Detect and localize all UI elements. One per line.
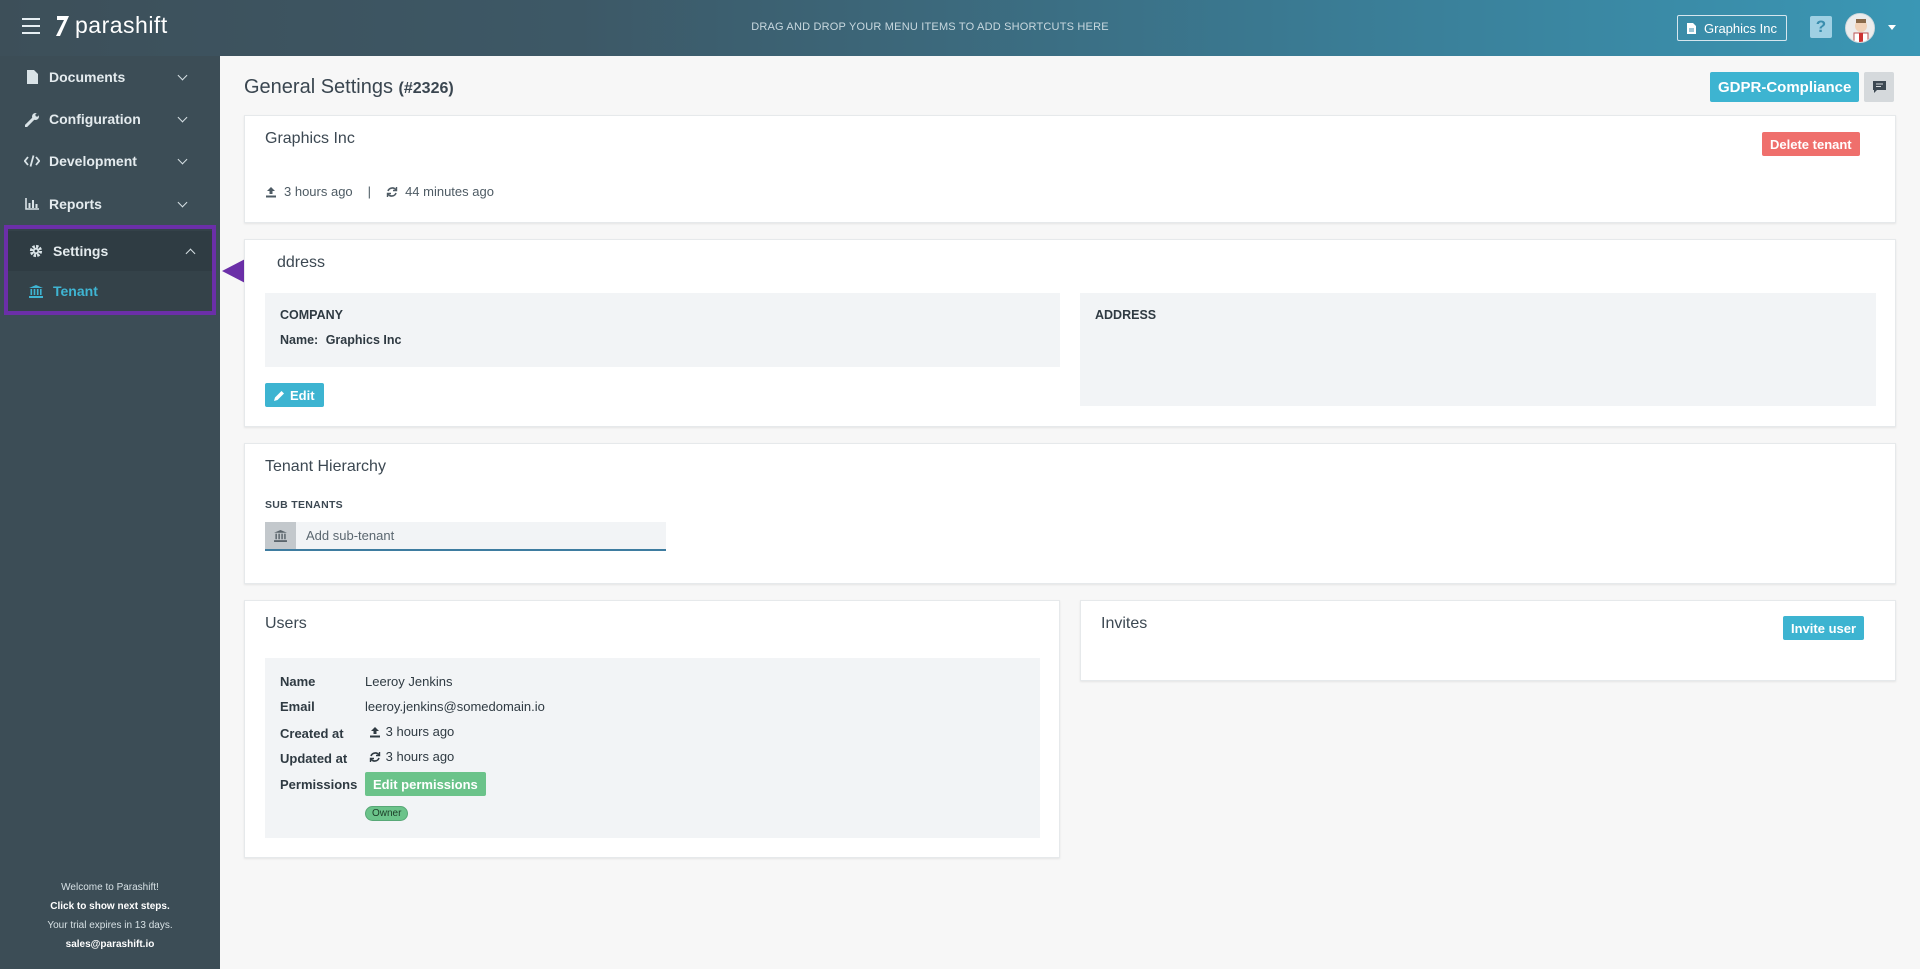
file-icon bbox=[1687, 22, 1696, 34]
chat-icon bbox=[1872, 81, 1886, 93]
sub-tenant-input-group bbox=[265, 522, 666, 551]
upload-icon bbox=[266, 186, 276, 197]
file-icon bbox=[24, 69, 40, 85]
tenant-timestamps: 3 hours ago | 44 minutes ago bbox=[265, 184, 494, 199]
user-email-label: Email bbox=[280, 699, 315, 714]
welcome-text: Welcome to Parashift! bbox=[61, 882, 159, 893]
gdpr-compliance-button[interactable]: GDPR-Compliance bbox=[1710, 72, 1860, 102]
company-label: COMPANY bbox=[280, 308, 343, 322]
page-title: General Settings (#2326) bbox=[244, 76, 454, 99]
wrench-icon bbox=[24, 111, 40, 127]
user-created-value: 3 hours ago bbox=[385, 724, 455, 739]
user-created-row: Created at 3 hours ago bbox=[280, 724, 454, 741]
bank-icon bbox=[28, 283, 44, 299]
sidebar-item-tenant[interactable]: Tenant bbox=[8, 271, 212, 311]
sidebar-item-settings[interactable]: Settings bbox=[8, 231, 212, 271]
user-name-value: Leeroy Jenkins bbox=[365, 674, 453, 689]
sidebar-item-label: Development bbox=[49, 153, 137, 169]
company-name-value: Graphics Inc bbox=[325, 333, 402, 347]
user-menu-caret-icon[interactable] bbox=[1888, 25, 1896, 30]
user-updated-label: Updated at bbox=[280, 750, 348, 766]
chevron-down-icon bbox=[177, 112, 188, 123]
refresh-icon bbox=[369, 751, 380, 762]
refresh-icon bbox=[386, 186, 398, 197]
chevron-down-icon bbox=[177, 70, 188, 81]
edit-address-button[interactable]: Edit bbox=[265, 383, 324, 407]
user-name-row: Name Leeroy Jenkins bbox=[280, 674, 452, 689]
avatar[interactable] bbox=[1845, 13, 1875, 43]
upload-icon bbox=[369, 726, 380, 737]
chevron-up-icon bbox=[185, 248, 196, 259]
user-email-value: leeroy.jenkins@somedomain.io bbox=[365, 699, 545, 714]
chevron-down-icon bbox=[177, 154, 188, 165]
invites-card-title: Invites bbox=[1101, 615, 1148, 632]
user-created-label: Created at bbox=[280, 725, 344, 741]
tenant-id: (#2326) bbox=[398, 80, 454, 97]
user-email-row: Email leeroy.jenkins@somedomain.io bbox=[280, 699, 545, 714]
bank-icon bbox=[265, 522, 296, 549]
next-steps-link[interactable]: Click to show next steps. bbox=[50, 901, 169, 912]
tenant-summary-card: Graphics Inc Delete tenant 3 hours ago |… bbox=[244, 115, 1896, 223]
tenant-hierarchy-card: Tenant Hierarchy SUB TENANTS bbox=[244, 443, 1896, 584]
tenant-switcher-button[interactable]: Graphics Inc bbox=[1677, 15, 1787, 41]
sidebar-item-label: Reports bbox=[49, 196, 102, 212]
sidebar-item-label: Settings bbox=[53, 243, 109, 259]
sidebar-item-label: Documents bbox=[49, 69, 126, 85]
user-permissions-row: Permissions bbox=[280, 777, 365, 792]
user-name-label: Name bbox=[280, 674, 316, 689]
tenant-switcher-label: Graphics Inc bbox=[1704, 20, 1777, 36]
user-updated-value: 3 hours ago bbox=[385, 749, 455, 764]
sidebar-item-label: Configuration bbox=[49, 111, 141, 127]
user-panel: Name Leeroy Jenkins Email leeroy.jenkins@s… bbox=[265, 658, 1040, 838]
role-badge: Owner bbox=[365, 806, 409, 821]
page-title-text: General Settings bbox=[244, 76, 393, 98]
invite-user-button[interactable]: Invite user bbox=[1783, 616, 1865, 640]
sidebar: Documents Configuration Development Repo… bbox=[0, 56, 220, 969]
sidebar-item-configuration[interactable]: Configuration bbox=[0, 99, 220, 139]
users-card-title: Users bbox=[265, 615, 307, 632]
sidebar-settings-group: Settings Tenant bbox=[4, 225, 216, 315]
company-panel: COMPANY Name: Graphics Inc bbox=[265, 293, 1060, 367]
delete-tenant-button[interactable]: Delete tenant bbox=[1762, 132, 1860, 156]
users-card: Users Name Leeroy Jenkins Email leeroy.jen… bbox=[244, 600, 1060, 858]
code-icon bbox=[24, 153, 40, 169]
sidebar-item-documents[interactable]: Documents bbox=[0, 57, 220, 97]
help-icon[interactable]: ? bbox=[1810, 16, 1832, 38]
user-avatar-icon bbox=[1846, 14, 1874, 42]
top-bar: parashift DRAG AND DROP YOUR MENU ITEMS … bbox=[0, 0, 1920, 56]
address-panel: ADDRESS bbox=[1080, 293, 1876, 406]
created-time: 3 hours ago bbox=[284, 184, 353, 199]
user-updated-row: Updated at 3 hours ago bbox=[280, 749, 454, 766]
user-permissions-label: Permissions bbox=[280, 777, 358, 792]
edit-permissions-button[interactable]: Edit permissions bbox=[365, 772, 486, 796]
edit-button-label: Edit bbox=[290, 387, 315, 403]
sales-email-link[interactable]: sales@parashift.io bbox=[66, 939, 155, 950]
comments-button[interactable] bbox=[1864, 72, 1894, 102]
address-card: ddress COMPANY Name: Graphics Inc Edit A… bbox=[244, 239, 1896, 427]
bar-chart-icon bbox=[24, 196, 40, 212]
pencil-icon bbox=[274, 390, 284, 401]
company-name-label: Name: bbox=[280, 333, 319, 347]
address-card-title: ddress bbox=[277, 254, 326, 271]
updated-time: 44 minutes ago bbox=[405, 184, 494, 199]
tenant-name: Graphics Inc bbox=[265, 130, 355, 147]
address-label: ADDRESS bbox=[1095, 308, 1157, 322]
separator: | bbox=[367, 184, 372, 199]
sidebar-item-label: Tenant bbox=[53, 283, 98, 299]
trial-info[interactable]: Welcome to Parashift! Click to show next… bbox=[0, 878, 220, 954]
shortcut-drop-zone[interactable]: DRAG AND DROP YOUR MENU ITEMS TO ADD SHO… bbox=[0, 21, 1860, 33]
trial-expiry-text: Your trial expires in 13 days. bbox=[47, 920, 173, 931]
add-sub-tenant-input[interactable] bbox=[296, 522, 666, 549]
invites-card: Invites Invite user bbox=[1080, 600, 1896, 681]
chevron-down-icon bbox=[177, 197, 188, 208]
sidebar-item-development[interactable]: Development bbox=[0, 141, 220, 181]
gear-icon bbox=[28, 243, 44, 259]
tenant-hierarchy-title: Tenant Hierarchy bbox=[265, 458, 386, 475]
sub-tenants-label: SUB TENANTS bbox=[265, 499, 343, 511]
sidebar-item-reports[interactable]: Reports bbox=[0, 184, 220, 224]
company-name-row: Name: Graphics Inc bbox=[280, 333, 401, 347]
